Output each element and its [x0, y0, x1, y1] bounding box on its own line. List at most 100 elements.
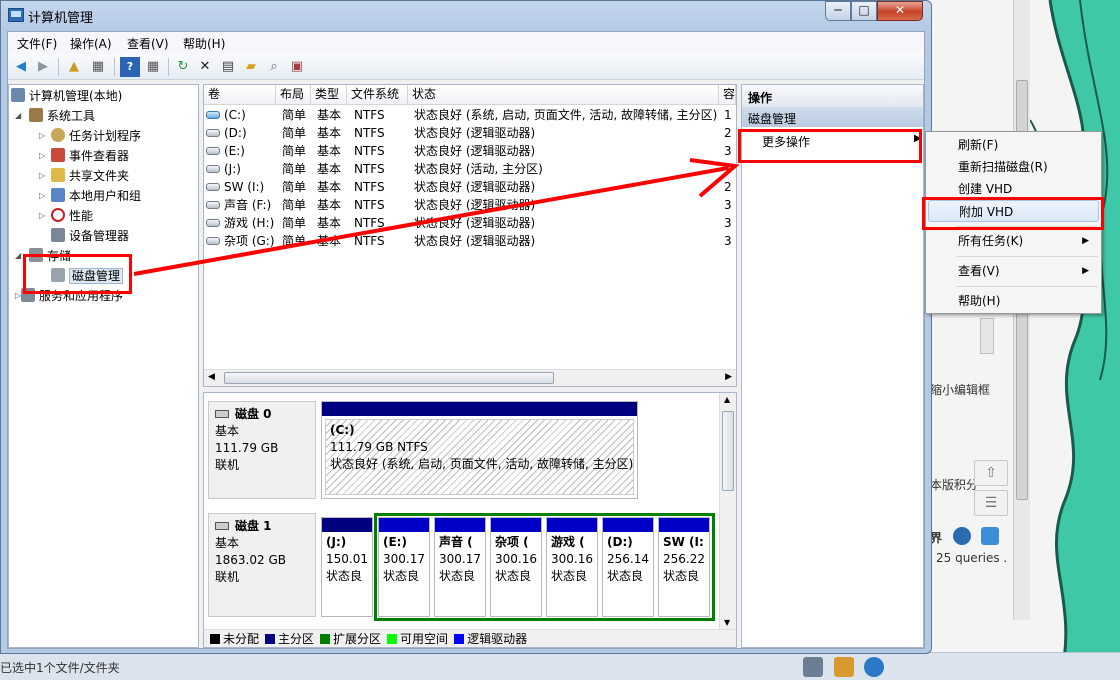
delete-icon[interactable]: ✕: [195, 57, 215, 77]
computer-management-icon: [8, 8, 24, 22]
partition-block[interactable]: (J:) 150.01 状态良: [321, 517, 373, 617]
scrollbar-thumb[interactable]: [722, 411, 734, 491]
tree-item-shared-folders[interactable]: ▷ 共享文件夹: [39, 167, 129, 185]
table-row[interactable]: SW (I:) 简单 基本 NTFS 状态良好 (逻辑驱动器) 2: [204, 178, 736, 196]
partition-bar: [491, 518, 541, 532]
back-icon[interactable]: ◀: [11, 57, 31, 77]
title-bar[interactable]: 计算机管理 ─ □ ✕: [1, 1, 931, 31]
expand-icon[interactable]: ▷: [39, 127, 48, 145]
collapse-icon[interactable]: ◢: [15, 107, 24, 125]
menu-help[interactable]: 帮助(H): [183, 35, 225, 52]
maximize-button[interactable]: □: [851, 1, 877, 21]
tree-item-root[interactable]: 计算机管理(本地): [11, 87, 122, 105]
show-hide-tree-icon[interactable]: ▦: [88, 57, 108, 77]
menu-file[interactable]: 文件(F): [17, 35, 57, 52]
table-row[interactable]: 游戏 (H:) 简单 基本 NTFS 状态良好 (逻辑驱动器) 3: [204, 214, 736, 232]
disk-0-label[interactable]: 磁盘 0 基本 111.79 GB 联机: [208, 401, 316, 499]
search-icon[interactable]: ⌕: [264, 57, 284, 77]
scroll-top-button[interactable]: ⇧: [974, 460, 1008, 486]
menu-view[interactable]: 查看(V): [127, 35, 169, 52]
table-row[interactable]: (E:) 简单 基本 NTFS 状态良好 (逻辑驱动器) 3: [204, 142, 736, 160]
column-header-type[interactable]: 类型: [311, 85, 347, 105]
menu-rescan-disks[interactable]: 重新扫描磁盘(R): [928, 156, 1099, 178]
refresh-icon[interactable]: ↻: [173, 57, 193, 77]
column-header-status[interactable]: 状态: [408, 85, 719, 105]
column-header-layout[interactable]: 布局: [276, 85, 311, 105]
partition-size: 111.79 GB NTFS: [330, 440, 428, 454]
tree-item-event-viewer[interactable]: ▷ 事件查看器: [39, 147, 129, 165]
list-button[interactable]: ☰: [974, 490, 1008, 516]
table-cell-fs: NTFS: [354, 124, 410, 142]
expand-icon[interactable]: ▷: [39, 207, 48, 225]
expand-icon[interactable]: ▷: [39, 187, 48, 205]
circle-icon[interactable]: [864, 657, 884, 677]
tree-item-system-tools[interactable]: ◢ 系统工具: [15, 107, 95, 125]
scroll-down-icon[interactable]: ▼: [724, 618, 730, 627]
table-cell-cap: 2: [724, 124, 736, 142]
disk-1-label[interactable]: 磁盘 1 基本 1863.02 GB 联机: [208, 513, 316, 617]
settings-icon[interactable]: ▣: [287, 57, 307, 77]
legend-label: 可用空间: [400, 632, 449, 646]
scroll-up-icon[interactable]: ▲: [724, 395, 730, 404]
partition-block[interactable]: (D:) 256.14 状态良: [602, 517, 654, 617]
cell-text: 3: [724, 144, 732, 158]
tree-item-local-users[interactable]: ▷ 本地用户和组: [39, 187, 141, 205]
tree-item-performance[interactable]: ▷ 性能: [39, 207, 93, 225]
navigation-tree: 计算机管理(本地) ◢ 系统工具 ▷ 任务计划程序 ▷ 事件查看器 ▷ 共享文件…: [8, 84, 199, 648]
users-icon: [51, 188, 65, 202]
expand-icon[interactable]: ▷: [39, 167, 48, 185]
background-small-scrollbar[interactable]: [980, 318, 994, 354]
partition-size: 300.17: [439, 552, 481, 566]
volume-list-horizontal-scrollbar[interactable]: ◀ ▶: [204, 369, 736, 386]
up-folder-icon[interactable]: ▲: [64, 57, 84, 77]
shield-icon[interactable]: [953, 527, 971, 545]
legend-swatch: [265, 634, 276, 644]
menu-refresh[interactable]: 刷新(F): [928, 134, 1099, 156]
table-row[interactable]: 声音 (F:) 简单 基本 NTFS 状态良好 (逻辑驱动器) 3: [204, 196, 736, 214]
open-folder-icon[interactable]: ▰: [241, 57, 261, 77]
properties-icon[interactable]: ▤: [218, 57, 238, 77]
table-row[interactable]: 杂项 (G:) 简单 基本 NTFS 状态良好 (逻辑驱动器) 3: [204, 232, 736, 250]
tree-item-task-scheduler[interactable]: ▷ 任务计划程序: [39, 127, 141, 145]
partition-block[interactable]: SW (I: 256.22 状态良: [658, 517, 710, 617]
tree-item-device-manager[interactable]: 设备管理器: [51, 227, 129, 245]
disk-size: 1863.02 GB: [215, 553, 286, 567]
scrollbar-thumb[interactable]: [224, 372, 554, 384]
actions-section-disk-management[interactable]: 磁盘管理: [742, 107, 923, 127]
show-action-pane-icon[interactable]: ▦: [143, 57, 163, 77]
column-header-filesystem[interactable]: 文件系统: [347, 85, 408, 105]
partition-block[interactable]: (E:) 300.17 状态良: [378, 517, 430, 617]
refresh-icon[interactable]: [981, 527, 999, 545]
table-row[interactable]: (C:) 简单 基本 NTFS 状态良好 (系统, 启动, 页面文件, 活动, 故障转储…: [204, 106, 736, 124]
help-icon[interactable]: ?: [120, 57, 140, 77]
partition-block[interactable]: 游戏 (300.16 状态良: [546, 517, 598, 617]
menu-help-item[interactable]: 帮助(H): [928, 290, 1099, 312]
partition-block[interactable]: 杂项 (300.16 状态良: [490, 517, 542, 617]
disk-pane-vertical-scrollbar[interactable]: ▲ ▼: [719, 393, 736, 629]
cell-text: 3: [724, 198, 732, 212]
column-header-capacity[interactable]: 容: [719, 85, 736, 105]
partition-name: 声音 (: [439, 535, 473, 549]
menu-action[interactable]: 操作(A): [70, 35, 112, 52]
column-header-volume[interactable]: 卷: [204, 85, 276, 105]
bag-icon[interactable]: [834, 657, 854, 677]
forward-icon[interactable]: ▶: [33, 57, 53, 77]
expand-icon[interactable]: ▷: [39, 147, 48, 165]
table-row[interactable]: (D:) 简单 基本 NTFS 状态良好 (逻辑驱动器) 2: [204, 124, 736, 142]
grid-icon[interactable]: [803, 657, 823, 677]
background-text-edit[interactable]: 缩小编辑框: [930, 381, 990, 398]
partition-c[interactable]: (C:) 111.79 GB NTFS 状态良好 (系统, 启动, 页面文件, …: [321, 401, 638, 499]
table-cell-fs: NTFS: [354, 142, 410, 160]
menu-all-tasks[interactable]: 所有任务(K) ▶: [928, 230, 1099, 252]
close-button[interactable]: ✕: [877, 1, 923, 21]
scroll-left-icon[interactable]: ◀: [208, 372, 215, 382]
partition-block[interactable]: 声音 (300.17 状态良: [434, 517, 486, 617]
scroll-right-icon[interactable]: ▶: [725, 372, 732, 382]
legend-label: 扩展分区: [333, 632, 382, 646]
table-row[interactable]: (J:) 简单 基本 NTFS 状态良好 (活动, 主分区) 1: [204, 160, 736, 178]
minimize-button[interactable]: ─: [825, 1, 851, 21]
disk-kind: 基本: [215, 424, 240, 438]
partition-status: 状态良: [326, 569, 363, 583]
menu-view-sub[interactable]: 查看(V) ▶: [928, 260, 1099, 282]
cell-text: 简单: [282, 216, 307, 230]
